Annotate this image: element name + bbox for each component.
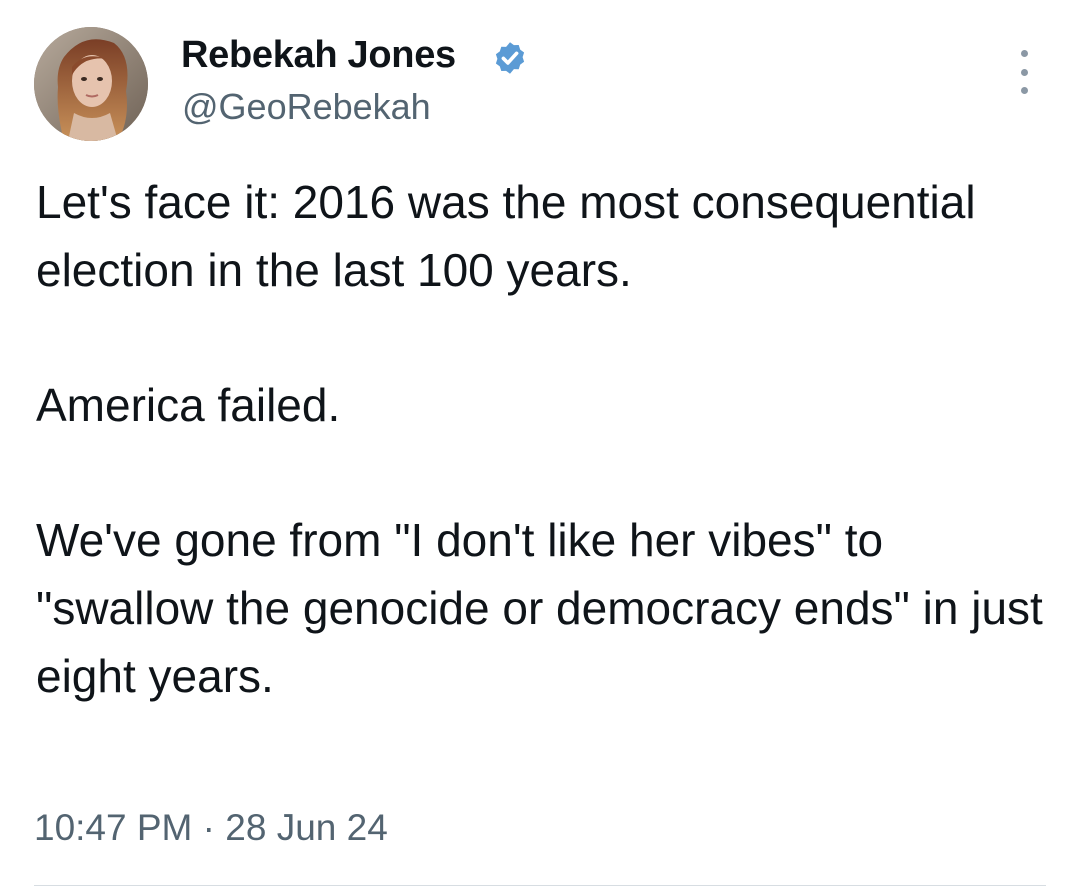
tweet-timestamp[interactable]: 10:47 PM · 28 Jun 24 (34, 807, 388, 849)
tweet-text: Let's face it: 2016 was the most consequ… (36, 168, 1046, 710)
tweet-paragraph: Let's face it: 2016 was the most consequ… (36, 176, 976, 296)
author-name[interactable]: Rebekah Jones (181, 34, 456, 77)
tweet-paragraph: America failed. (36, 379, 341, 431)
more-vertical-icon (1020, 50, 1028, 57)
more-options-button[interactable] (1004, 50, 1044, 94)
tweet-card: Rebekah Jones @GeoRebekah Let's face it:… (0, 0, 1080, 892)
tweet-date: 28 Jun 24 (225, 807, 388, 848)
more-vertical-icon (1020, 87, 1028, 94)
tweet-time: 10:47 PM (34, 807, 193, 848)
more-vertical-icon (1020, 68, 1028, 76)
divider (34, 885, 1046, 886)
author-handle[interactable]: @GeoRebekah (182, 86, 431, 128)
avatar[interactable] (34, 27, 148, 141)
timestamp-separator: · (202, 807, 215, 848)
verified-badge-icon (495, 42, 525, 74)
tweet-paragraph: We've gone from "I don't like her vibes"… (36, 514, 1043, 702)
avatar-photo (34, 27, 148, 141)
